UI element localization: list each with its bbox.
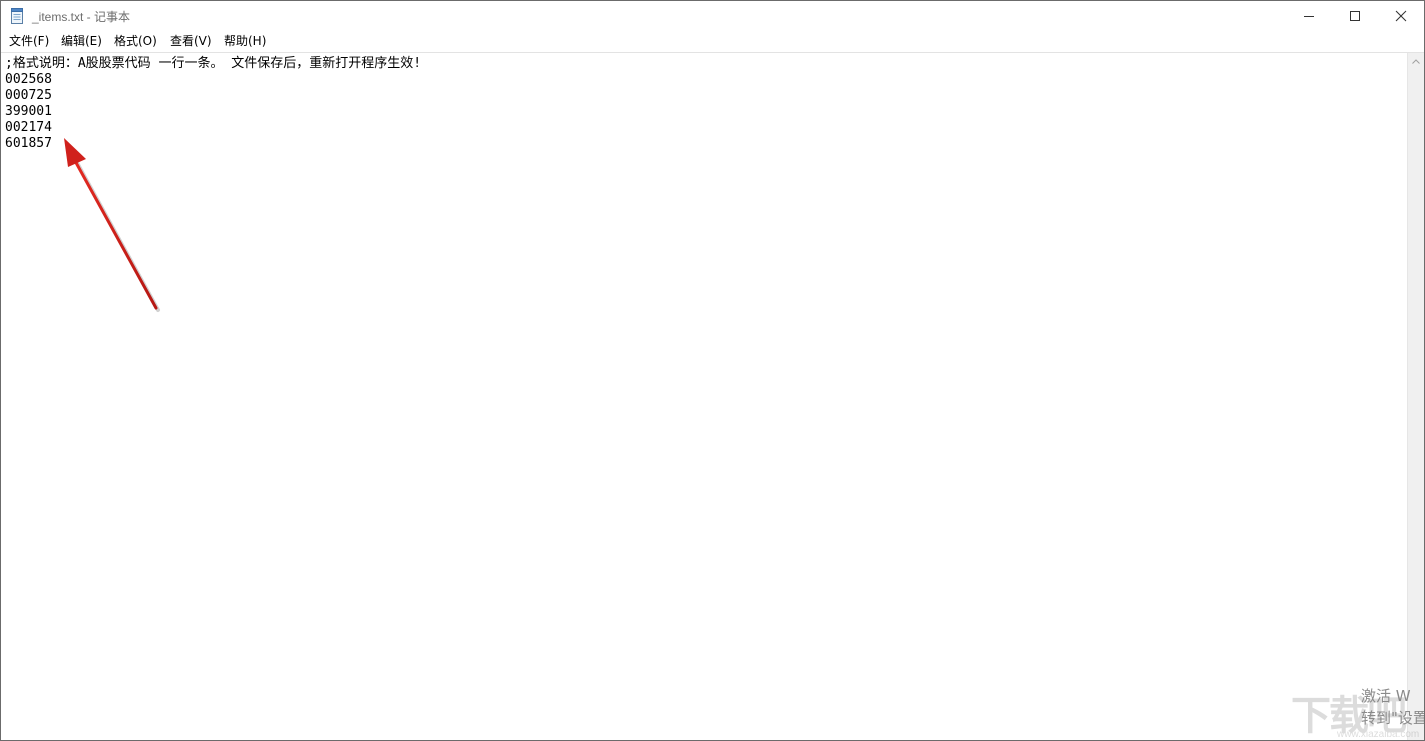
activation-line-1: 激活 W [1361,687,1411,705]
maximize-icon [1350,11,1360,21]
close-icon [1395,10,1407,22]
text-editor[interactable]: ;格式说明：A股股票代码 一行一条。 文件保存后，重新打开程序生效! 00256… [1,53,1407,740]
windows-activation-notice: 激活 W 转到"设置 [1361,685,1425,729]
text-line-stock-code: 002568 [5,72,52,87]
menu-file[interactable]: 文件(F) [9,34,49,48]
text-line-stock-code: 601857 [5,136,52,151]
menu-view[interactable]: 查看(V) [170,34,212,48]
notepad-window: _items.txt - 记事本 文件(F) 编辑(E) 格式(O) 查看(V)… [0,0,1425,741]
menu-bar: 文件(F) 编辑(E) 格式(O) 查看(V) 帮助(H) [1,31,1424,51]
scroll-up-button[interactable] [1408,53,1424,70]
text-line-stock-code: 002174 [5,120,52,135]
activation-line-2: 转到"设置 [1361,709,1425,727]
vertical-scrollbar[interactable] [1407,53,1424,740]
text-line-format-note: ;格式说明：A股股票代码 一行一条。 文件保存后，重新打开程序生效! [5,56,422,71]
title-bar[interactable]: _items.txt - 记事本 [1,1,1424,31]
notepad-icon [11,8,23,24]
text-line-stock-code: 399001 [5,104,52,119]
maximize-button[interactable] [1332,1,1378,31]
chevron-up-icon [1412,59,1420,64]
menu-help[interactable]: 帮助(H) [224,34,266,48]
minimize-button[interactable] [1286,1,1332,31]
text-line-stock-code: 000725 [5,88,52,103]
close-button[interactable] [1378,1,1424,31]
minimize-icon [1304,16,1314,17]
menu-edit[interactable]: 编辑(E) [61,34,102,48]
menu-format[interactable]: 格式(O) [114,34,157,48]
window-title: _items.txt - 记事本 [32,10,131,24]
